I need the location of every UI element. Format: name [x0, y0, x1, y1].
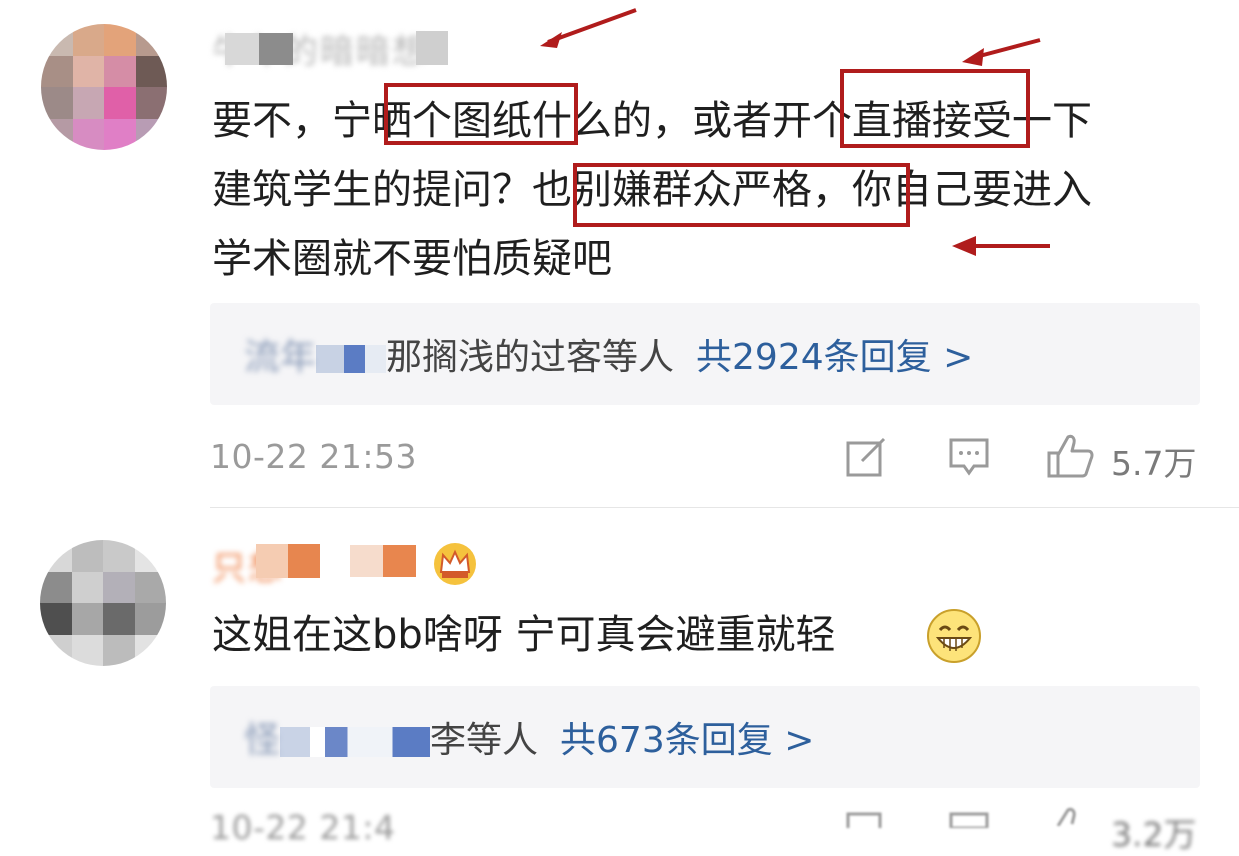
avatar[interactable] — [40, 540, 166, 666]
thumbs-up-icon[interactable] — [1047, 433, 1095, 483]
username-mosaic — [256, 544, 320, 578]
annotation-box — [573, 163, 910, 227]
name-mosaic — [280, 727, 431, 757]
grin-emoji — [926, 608, 982, 668]
avatar[interactable] — [41, 24, 167, 150]
annotation-box — [384, 83, 578, 145]
edit-icon[interactable] — [846, 808, 888, 836]
reply-count-link[interactable]: 共2924条回复 > — [696, 328, 973, 380]
comment-icon[interactable] — [948, 808, 990, 832]
comment-time: 10-22 21:4 — [210, 808, 396, 847]
thumbs-up-icon[interactable] — [1047, 806, 1095, 830]
reply-summary[interactable]: 流年 那搁浅的过客等人 共2924条回复 > — [210, 303, 1200, 405]
username-mosaic — [416, 31, 448, 65]
reply-count-link[interactable]: 共673条回复 > — [560, 711, 814, 763]
reply-names: 流年 那搁浅的过客等人 — [244, 337, 675, 378]
crown-badge-icon[interactable] — [432, 542, 478, 590]
annotation-box — [840, 69, 1030, 148]
annotation-arrow-icon — [540, 8, 637, 48]
comment-time: 10-22 21:53 — [210, 437, 417, 476]
username-mosaic — [350, 545, 416, 577]
comment-text: 这姐在这bb啥呀 宁可真会避重就轻 — [212, 612, 836, 658]
edit-icon[interactable] — [846, 437, 888, 481]
reply-names: 怪李等人 — [244, 720, 539, 761]
divider — [210, 507, 1239, 508]
comment-icon[interactable] — [948, 437, 990, 481]
like-count: 5.7万 — [1111, 444, 1197, 483]
username-mosaic — [225, 33, 293, 65]
reply-summary[interactable]: 怪李等人 共673条回复 > — [210, 686, 1200, 788]
annotation-arrow-icon — [952, 236, 1050, 256]
name-mosaic — [316, 345, 387, 373]
annotation-arrow-icon — [962, 38, 1041, 66]
like-count: 3.2万 — [1111, 815, 1197, 854]
